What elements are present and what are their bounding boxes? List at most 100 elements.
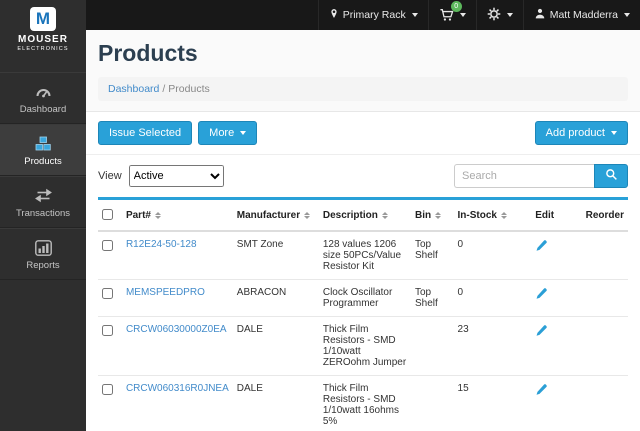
caret-down-icon [624,13,630,17]
column-header-instock[interactable]: In-Stock [454,200,532,231]
manufacturer-cell: ABRACON [233,280,319,317]
column-header-label: Reorder [586,210,624,221]
bin-cell: Top Shelf [411,231,454,280]
boxes-icon [2,134,84,153]
column-header-reorder: Reorder [582,200,628,231]
sidebar-item-label: Transactions [16,208,70,219]
location-label: Primary Rack [343,9,406,21]
settings-menu[interactable] [476,0,523,30]
row-checkbox[interactable] [102,288,113,299]
column-header-description[interactable]: Description [319,200,411,231]
sort-arrows-icon [501,212,507,220]
cart-menu[interactable]: 0 [428,0,476,30]
description-cell: Thick Film Resistors - SMD 1/10watt 16oh… [319,376,411,431]
in-stock-cell: 23 [454,317,532,376]
gauge-icon [2,82,84,101]
edit-cell [531,280,581,317]
table-row: CRCW060316R0JNEA DALEThick Film Resistors… [98,376,628,431]
actions-toolbar: Issue Selected More Add product [86,112,640,155]
sidebar-item-label: Dashboard [20,104,66,115]
sidebar-nav: Dashboard Products [0,72,86,280]
mouser-logo-text: MOUSER [0,34,86,45]
row-checkbox[interactable] [102,325,113,336]
search-icon [605,168,618,184]
column-header-manufacturer[interactable]: Manufacturer [233,200,319,231]
select-all-checkbox[interactable] [102,209,113,220]
row-checkbox-cell [98,317,122,376]
search-input[interactable] [454,164,594,188]
part-link[interactable]: R12E24-50-128 [126,239,197,250]
sort-arrows-icon [382,212,388,220]
issue-selected-button[interactable]: Issue Selected [98,121,192,145]
mouser-logo-mark: M [30,7,56,31]
caret-down-icon [611,131,617,135]
sidebar-item-label: Products [24,156,62,167]
part-cell: MEMSPEEDPRO [122,280,233,317]
part-cell: CRCW060316R0JNEA [122,376,233,431]
cart-icon: 0 [439,8,454,22]
filter-toolbar: View Active [86,155,640,195]
part-cell: R12E24-50-128 [122,231,233,280]
caret-down-icon [412,13,418,17]
reorder-cell [582,231,628,280]
sidebar-item-reports[interactable]: Reports [0,228,86,280]
edit-pencil-icon[interactable] [535,287,548,303]
sort-arrows-icon [155,212,161,220]
more-button[interactable]: More [198,121,257,145]
sort-arrows-icon [304,212,310,220]
page-title: Products [98,40,628,67]
description-cell: 128 values 1206 size 50PCs/Value Resisto… [319,231,411,280]
user-name-label: Matt Madderra [550,9,618,21]
add-product-button[interactable]: Add product [535,121,628,145]
gear-icon [487,7,501,24]
caret-down-icon [240,131,246,135]
in-stock-cell: 15 [454,376,532,431]
row-checkbox[interactable] [102,240,113,251]
table-header-row: Part# Manufacturer DescriptionBinIn-StockE… [98,200,628,231]
manufacturer-cell: DALE [233,376,319,431]
edit-pencil-icon[interactable] [535,239,548,255]
breadcrumb-dashboard-link[interactable]: Dashboard [108,83,159,95]
part-link[interactable]: MEMSPEEDPRO [126,287,205,298]
reorder-cell [582,376,628,431]
user-menu[interactable]: Matt Madderra [523,0,640,30]
sidebar-item-products[interactable]: Products [0,124,86,176]
bin-cell [411,376,454,431]
edit-pencil-icon[interactable] [535,383,548,399]
row-checkbox-cell [98,280,122,317]
manufacturer-cell: SMT Zone [233,231,319,280]
edit-cell [531,317,581,376]
part-link[interactable]: CRCW060316R0JNEA [126,383,229,394]
location-menu[interactable]: Primary Rack [318,0,428,30]
search-group [454,164,628,188]
manufacturer-cell: DALE [233,317,319,376]
edit-cell [531,231,581,280]
breadcrumb-separator: / [162,83,165,95]
edit-pencil-icon[interactable] [535,324,548,340]
search-button[interactable] [594,164,628,188]
column-header-label: Manufacturer [237,210,300,221]
view-select[interactable]: Active [129,165,224,187]
column-header-label: Edit [535,210,554,221]
mouser-logo[interactable]: M MOUSER ELECTRONICS [0,0,86,62]
sidebar-item-transactions[interactable]: Transactions [0,176,86,228]
sidebar: M MOUSER ELECTRONICS Dashboard [0,0,86,431]
description-cell: Clock Oscillator Programmer [319,280,411,317]
caret-down-icon [507,13,513,17]
main-content: Products Dashboard/Products Issue Select… [86,30,640,431]
sidebar-item-dashboard[interactable]: Dashboard [0,72,86,124]
column-header-bin[interactable]: Bin [411,200,454,231]
reorder-cell [582,317,628,376]
in-stock-cell: 0 [454,231,532,280]
app-window: M MOUSER ELECTRONICS Dashboard [0,0,640,431]
column-header-part[interactable]: Part# [122,200,233,231]
part-link[interactable]: CRCW06030000Z0EA [126,324,227,335]
bin-cell: Top Shelf [411,280,454,317]
mouser-logo-subtext: ELECTRONICS [0,46,86,52]
select-all-header [98,200,122,231]
row-checkbox[interactable] [102,384,113,395]
row-checkbox-cell [98,376,122,431]
row-checkbox-cell [98,231,122,280]
edit-cell [531,376,581,431]
sort-arrows-icon [435,212,441,220]
